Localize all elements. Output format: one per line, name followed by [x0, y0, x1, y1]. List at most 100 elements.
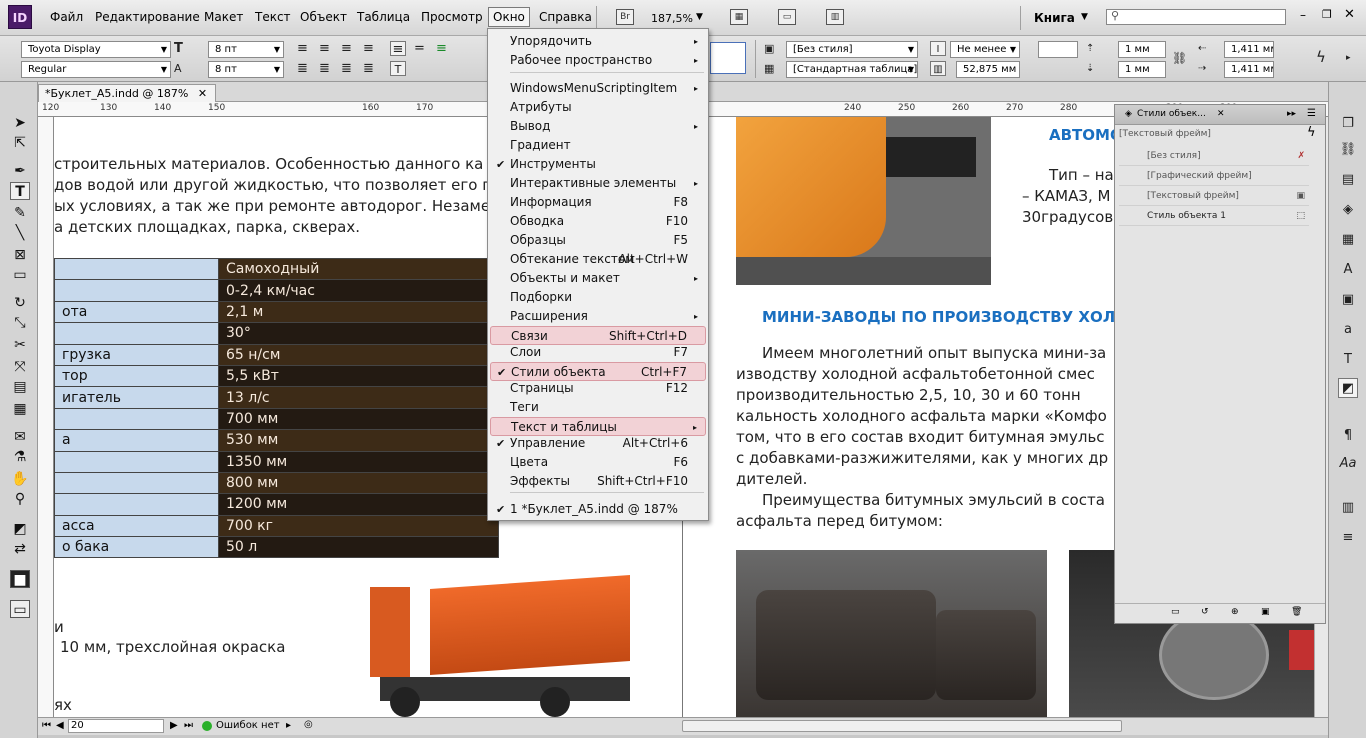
direct-selection-tool-icon[interactable]: ⇱ [10, 134, 30, 152]
view-options-icon[interactable]: ▦ [730, 9, 748, 25]
menu-edit[interactable]: Редактирование [91, 8, 204, 26]
align-bottom-icon[interactable]: ≡ [436, 41, 447, 57]
justify-all-icon[interactable]: ≣ [363, 61, 374, 77]
quick-apply-icon[interactable]: ϟ [1316, 49, 1326, 65]
align-left-icon[interactable]: ≡ [297, 41, 308, 57]
page-number-field[interactable]: 20 [68, 719, 164, 733]
menu-item[interactable]: Инструменты ✔ [490, 155, 706, 174]
line-tool-icon[interactable]: ╲ [10, 224, 30, 242]
align-middle-icon[interactable]: = [414, 41, 425, 57]
stroke-preview[interactable] [710, 42, 746, 74]
menu-item[interactable]: Атрибуты [490, 98, 706, 117]
style-item[interactable]: [Текстовый фрейм] ▣ [1119, 187, 1309, 206]
menu-item[interactable]: Обтекание текстом Alt+Ctrl+W [490, 250, 706, 269]
menu-item[interactable]: Образцы F5 [490, 231, 706, 250]
delete-style-icon[interactable]: 🗑 [1291, 607, 1302, 617]
menu-item[interactable]: Страницы F12 [490, 379, 706, 398]
table-row[interactable]: Самоходный [54, 257, 499, 281]
rectangle-frame-tool-icon[interactable]: ⊠ [10, 246, 30, 264]
table-row[interactable]: а 530 мм [54, 429, 499, 452]
spec-label-cell[interactable] [54, 407, 219, 431]
spec-value-cell[interactable]: 530 мм [218, 429, 499, 452]
clear-overrides-icon[interactable]: ↺ [1201, 607, 1209, 617]
spec-value-cell[interactable]: 700 кг [218, 514, 499, 538]
screen-mode-tool-icon[interactable]: ▭ [10, 600, 30, 618]
pages-book-icon[interactable]: ▤ [1338, 170, 1358, 190]
table-row[interactable]: асса 700 кг [54, 514, 499, 538]
spec-value-cell[interactable]: Самоходный [218, 257, 499, 281]
object-styles-panel[interactable]: ◈ Стили объек... ✕ ▸▸ ☰ [Текстовый фрейм… [1114, 104, 1326, 624]
pages-panel-icon[interactable]: ❐ [1338, 114, 1358, 134]
tank-photo[interactable] [736, 550, 1047, 717]
stroke-weight-2-field[interactable]: 1,411 мм [1224, 61, 1274, 78]
row-height-field[interactable]: 52,875 мм [956, 61, 1020, 78]
arrange-documents-icon[interactable]: ▥ [826, 9, 844, 25]
dump-truck-image[interactable] [360, 575, 630, 717]
menu-item[interactable]: Подборки [490, 288, 706, 307]
preflight-status-text[interactable]: Ошибок нет [216, 720, 280, 731]
menu-item[interactable]: Информация F8 [490, 193, 706, 212]
menu-item[interactable]: 1 *Буклет_А5.indd @ 187% ✔ [490, 500, 706, 519]
next-page-icon[interactable]: ▶ [170, 720, 178, 731]
links-panel-icon[interactable]: ⛓ [1338, 140, 1358, 160]
menu-view[interactable]: Просмотр [417, 8, 487, 26]
layers-panel-icon[interactable]: ◈ [1338, 200, 1358, 220]
first-page-icon[interactable]: ⏮ [42, 720, 51, 731]
menu-item[interactable]: Градиент [490, 136, 706, 155]
new-group-icon[interactable]: ▭ [1171, 607, 1180, 617]
zoom-tool-icon[interactable]: ⚲ [10, 490, 30, 508]
style-item[interactable]: [Без стиля] ✗ [1119, 147, 1309, 166]
paragraph-panel-icon[interactable]: ▣ [1338, 290, 1358, 310]
spec-label-cell[interactable]: тор [54, 364, 219, 388]
align-center-icon[interactable]: ≡ [319, 41, 330, 57]
pencil-tool-icon[interactable]: ✎ [10, 204, 30, 222]
menu-help[interactable]: Справка [535, 8, 596, 26]
prev-page-icon[interactable]: ◀ [56, 720, 64, 731]
leading-field[interactable]: 8 пт ▼ [208, 61, 284, 78]
character-panel-icon[interactable]: A [1338, 260, 1358, 280]
close-button[interactable]: ✕ [1344, 7, 1355, 22]
spec-value-cell[interactable]: 0-2,4 км/час [218, 279, 499, 302]
menu-item[interactable]: Цвета F6 [490, 453, 706, 472]
spec-value-cell[interactable]: 700 мм [218, 407, 499, 431]
row-height-mode-field[interactable]: Не менее ▼ [950, 41, 1020, 58]
type-tool-icon[interactable]: T [10, 182, 30, 200]
workspace-dropdown-icon[interactable]: ▼ [1081, 12, 1088, 22]
preflight-menu-icon[interactable]: ▸ [286, 720, 291, 731]
panel-title[interactable]: Стили объек... [1137, 109, 1206, 119]
align-top-icon[interactable]: ≡ [390, 41, 406, 57]
object-style-field[interactable]: [Без стиля] ▼ [786, 41, 918, 58]
justify-last-right-icon[interactable]: ≣ [341, 61, 352, 77]
spec-value-cell[interactable]: 2,1 м [218, 300, 499, 324]
specification-table[interactable]: Самоходный 0-2,4 км/час ота 2,1 м 30° грузка 6… [54, 257, 499, 559]
stroke-weight-1-field[interactable]: 1,411 мм [1224, 41, 1274, 58]
quick-apply-icon[interactable]: ϟ [1307, 125, 1316, 140]
vertical-ruler[interactable] [38, 117, 54, 717]
table-style-field[interactable]: [Стандартная таблица]+ ▼ [786, 61, 918, 78]
menu-window[interactable]: Окно [488, 7, 530, 27]
align-right-icon[interactable]: ≡ [341, 41, 352, 57]
minimize-button[interactable]: – [1300, 8, 1306, 22]
spec-value-cell[interactable]: 1200 мм [218, 493, 499, 516]
menu-item[interactable]: WindowsMenuScriptingItem ▸ [490, 79, 706, 98]
last-page-icon[interactable]: ⏭ [184, 720, 193, 731]
document-tab[interactable]: *Буклет_А5.indd @ 187% ✕ [38, 84, 217, 102]
menu-item[interactable]: Слои F7 [490, 343, 706, 362]
scale-tool-icon[interactable]: ⤡ [10, 314, 30, 332]
table-row[interactable]: тор 5,5 кВт [54, 364, 499, 388]
new-style-icon[interactable]: ▣ [1261, 607, 1270, 617]
menu-item[interactable]: Эффекты Shift+Ctrl+F10 [490, 472, 706, 491]
character-styles-panel-icon[interactable]: Aa [1338, 454, 1358, 474]
menu-object[interactable]: Объект [296, 8, 351, 26]
selection-tool-icon[interactable]: ➤ [10, 114, 30, 132]
restore-button[interactable]: ❐ [1322, 8, 1332, 21]
horizontal-scroll-thumb[interactable] [682, 720, 1122, 732]
collapse-panel-icon[interactable]: ▸▸ [1287, 109, 1296, 119]
menu-item[interactable]: Управление ✔ Alt+Ctrl+6 [490, 434, 706, 453]
blank-field[interactable] [1038, 41, 1078, 58]
menu-item[interactable]: Рабочее пространство ▸ [490, 51, 706, 70]
inset-top-field[interactable]: 1 мм [1118, 41, 1166, 58]
spec-label-cell[interactable]: грузка [54, 343, 219, 366]
spec-label-cell[interactable] [54, 322, 219, 345]
spec-label-cell[interactable]: асса [54, 514, 219, 538]
